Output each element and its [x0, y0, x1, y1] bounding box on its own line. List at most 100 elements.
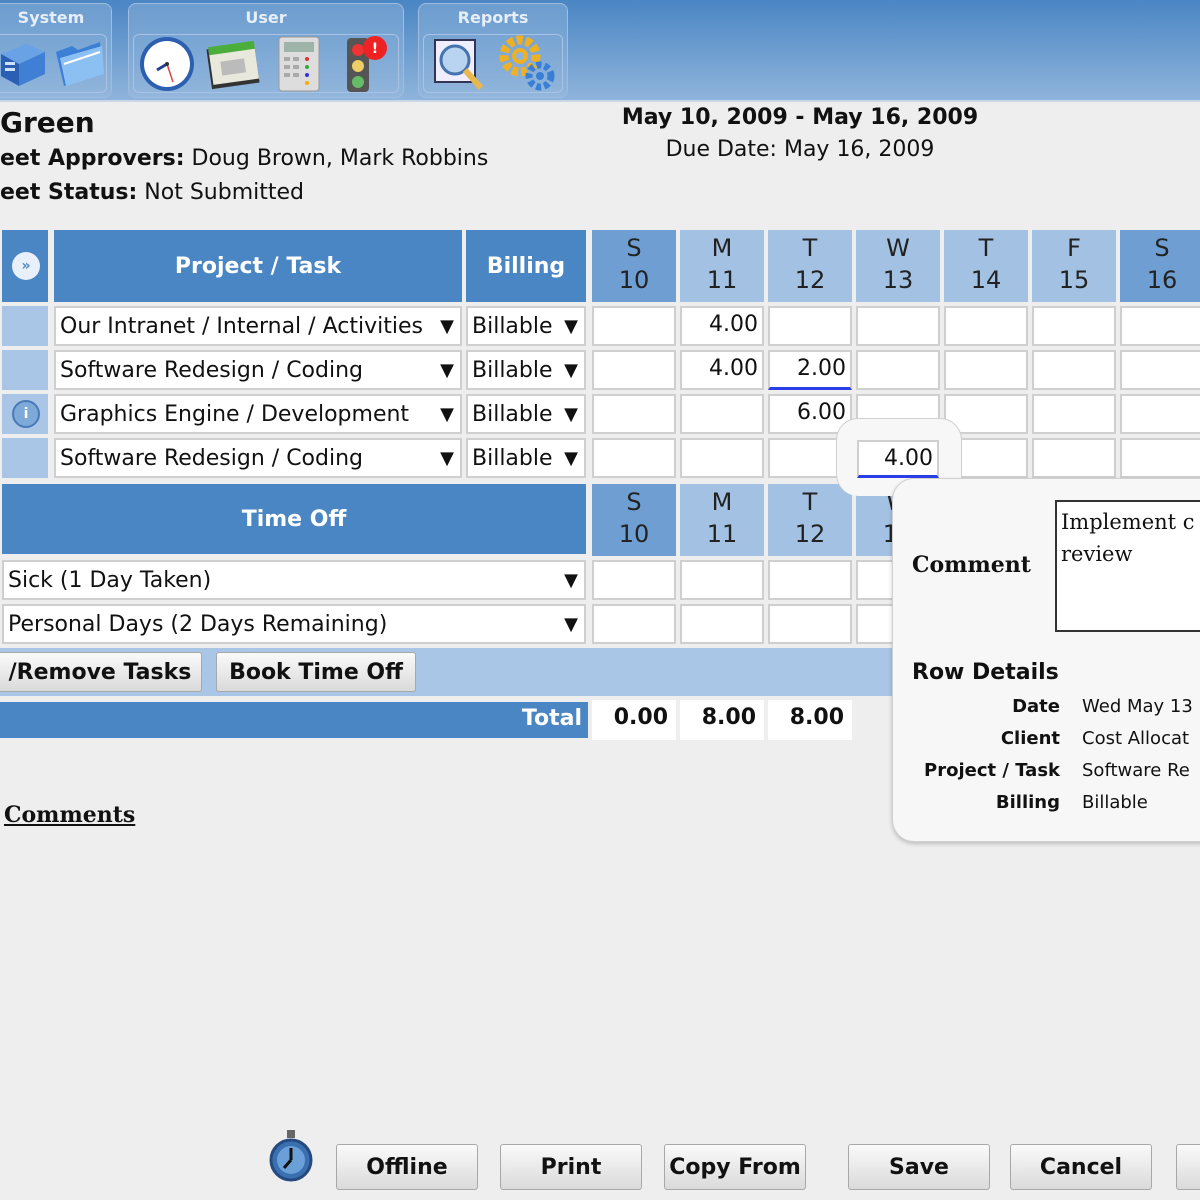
group-title-system: System	[17, 8, 85, 27]
day-number: 14	[970, 266, 1002, 294]
day-number: 12	[794, 266, 826, 294]
hour-input[interactable]	[592, 306, 676, 346]
row-handle[interactable]	[2, 306, 48, 346]
svg-text:!: !	[372, 41, 378, 57]
hour-input[interactable]	[944, 350, 1028, 390]
total-value: 8.00	[680, 700, 764, 740]
hour-input[interactable]	[592, 438, 676, 478]
hour-input[interactable]	[1032, 350, 1116, 390]
save-button[interactable]: Save	[848, 1144, 990, 1190]
add-remove-tasks-button[interactable]: /Remove Tasks	[0, 652, 202, 692]
calculator-icon[interactable]	[267, 34, 331, 94]
row-handle[interactable]	[2, 350, 48, 390]
day-number: 15	[1058, 266, 1090, 294]
task-select[interactable]: Software Redesign / Coding ▼	[54, 438, 462, 478]
hour-input[interactable]	[856, 306, 940, 346]
task-select-value: Our Intranet / Internal / Activities	[60, 313, 423, 339]
billing-select[interactable]: Billable ▼	[466, 438, 586, 478]
popup-hour-field[interactable]: 4.00	[857, 440, 939, 478]
billing-select[interactable]: Billable ▼	[466, 306, 586, 346]
task-select-value: Software Redesign / Coding	[60, 357, 363, 383]
total-value: 8.00	[768, 700, 852, 740]
more-button[interactable]	[1176, 1144, 1200, 1190]
folder-icon[interactable]	[50, 34, 106, 94]
billing-select[interactable]: Billable ▼	[466, 394, 586, 434]
server-icon[interactable]	[0, 34, 50, 94]
day-number: 16	[1146, 266, 1178, 294]
hour-input[interactable]	[856, 350, 940, 390]
hour-input[interactable]	[680, 438, 764, 478]
row-handle[interactable]	[2, 438, 48, 478]
dropdown-arrow-icon: ▼	[564, 613, 578, 635]
hour-input[interactable]	[1120, 350, 1200, 390]
task-select[interactable]: Our Intranet / Internal / Activities ▼	[54, 306, 462, 346]
calendar-icon[interactable]	[201, 34, 265, 94]
dropdown-arrow-icon: ▼	[564, 315, 578, 337]
date-range: May 10, 2009 - May 16, 2009	[621, 105, 979, 130]
hour-input[interactable]	[1032, 438, 1116, 478]
traffic-light-alert-icon[interactable]: !	[333, 34, 397, 94]
status-line: eet Status: Not Submitted	[0, 180, 304, 205]
hour-input[interactable]: 4.00	[680, 350, 764, 390]
day-header: W 13	[856, 230, 940, 302]
time-off-hour-input[interactable]	[680, 560, 764, 600]
comment-textarea[interactable]: Implement c review	[1055, 500, 1200, 632]
hour-input[interactable]	[1032, 306, 1116, 346]
hour-input[interactable]	[592, 394, 676, 434]
day-header: T 12	[768, 230, 852, 302]
hour-input[interactable]	[1120, 438, 1200, 478]
day-letter: M	[711, 234, 733, 262]
dropdown-arrow-icon: ▼	[564, 403, 578, 425]
hour-input[interactable]	[944, 306, 1028, 346]
report-search-icon[interactable]	[427, 34, 491, 94]
hour-input[interactable]: 4.00	[680, 306, 764, 346]
copy-from-button[interactable]: Copy From	[664, 1144, 806, 1190]
hour-input[interactable]	[1120, 394, 1200, 434]
time-off-hour-input[interactable]	[768, 560, 852, 600]
hour-input[interactable]	[680, 394, 764, 434]
clock-icon[interactable]	[135, 34, 199, 94]
approvers-label: eet Approvers:	[0, 146, 185, 171]
offline-button[interactable]: Offline	[336, 1144, 478, 1190]
collapse-icon[interactable]: »	[12, 252, 40, 280]
toolbar-group-reports: Reports	[418, 3, 568, 98]
day-header: T 12	[768, 484, 852, 556]
hour-input[interactable]	[592, 350, 676, 390]
dropdown-arrow-icon: ▼	[440, 403, 454, 425]
task-select[interactable]: Graphics Engine / Development ▼	[54, 394, 462, 434]
row-detail-key: Date	[1012, 696, 1060, 717]
hour-input[interactable]	[1032, 394, 1116, 434]
task-select-value: Software Redesign / Coding	[60, 445, 363, 471]
hour-input[interactable]	[1120, 306, 1200, 346]
billing-select-value: Billable	[472, 401, 553, 427]
time-off-hour-input[interactable]	[592, 604, 676, 644]
time-off-select[interactable]: Personal Days (2 Days Remaining) ▼	[2, 604, 586, 644]
day-header: S 10	[592, 484, 676, 556]
time-off-select-value: Personal Days (2 Days Remaining)	[8, 611, 388, 637]
task-select[interactable]: Software Redesign / Coding ▼	[54, 350, 462, 390]
row-detail-key: Billing	[995, 792, 1060, 813]
top-toolbar: System User ! Reports	[0, 0, 1200, 102]
time-off-select-value: Sick (1 Day Taken)	[8, 567, 212, 593]
group-title-reports: Reports	[457, 8, 529, 27]
dropdown-arrow-icon: ▼	[564, 569, 578, 591]
info-icon[interactable]: i	[12, 400, 40, 428]
time-off-hour-input[interactable]	[592, 560, 676, 600]
print-button[interactable]: Print	[500, 1144, 642, 1190]
time-off-hour-input[interactable]	[768, 604, 852, 644]
gears-icon[interactable]	[496, 34, 560, 94]
row-details-heading: Row Details	[912, 660, 1059, 685]
toolbar-group-system: System	[0, 3, 112, 98]
day-header: S 16	[1120, 230, 1200, 302]
book-time-off-button[interactable]: Book Time Off	[216, 652, 416, 692]
hour-input[interactable]: 2.00	[768, 350, 852, 390]
billing-select-value: Billable	[472, 357, 553, 383]
comment-label: Comment	[912, 552, 1031, 578]
cancel-button[interactable]: Cancel	[1010, 1144, 1152, 1190]
time-off-select[interactable]: Sick (1 Day Taken) ▼	[2, 560, 586, 600]
comments-link[interactable]: Comments	[4, 802, 135, 828]
time-off-hour-input[interactable]	[680, 604, 764, 644]
billing-select[interactable]: Billable ▼	[466, 350, 586, 390]
hour-input[interactable]	[768, 306, 852, 346]
stopwatch-icon[interactable]	[266, 1128, 316, 1184]
